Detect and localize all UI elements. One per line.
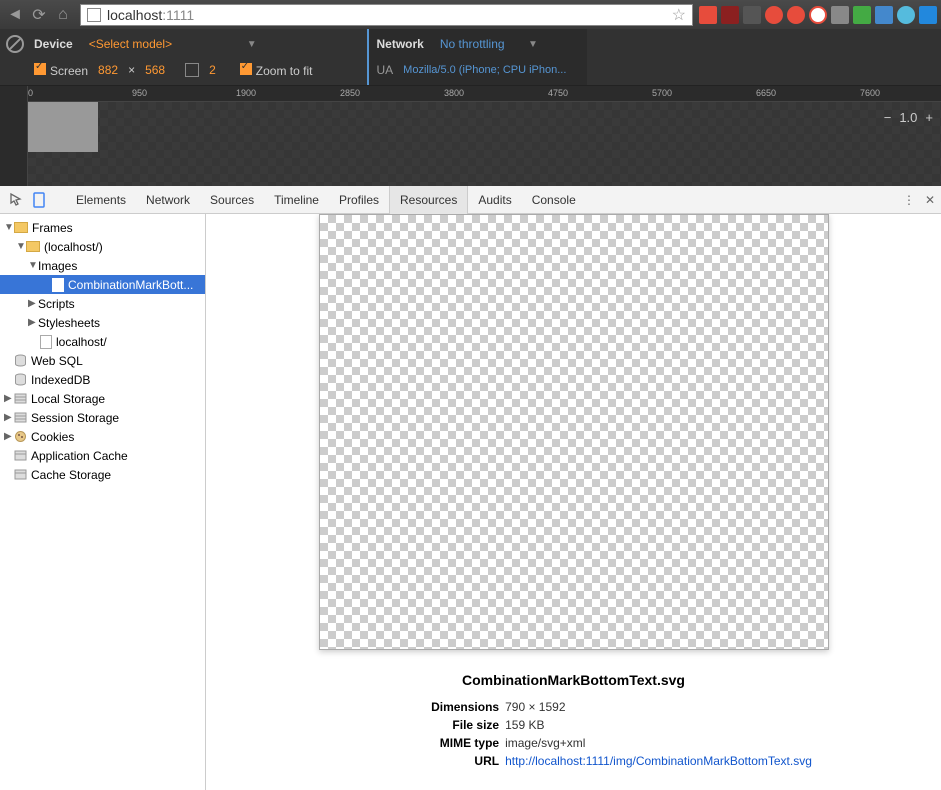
storage-icon: [14, 411, 27, 424]
page-icon: [87, 8, 101, 22]
meta-url-link[interactable]: http://localhost:1111/img/CombinationMar…: [505, 752, 812, 770]
tree-localstorage[interactable]: Local Storage: [0, 389, 205, 408]
tab-sources[interactable]: Sources: [200, 186, 264, 214]
url-bar[interactable]: localhost:1111 ☆: [80, 4, 693, 26]
storage-icon: [14, 468, 27, 481]
screen-width[interactable]: 882: [98, 63, 118, 77]
meta-label: Dimensions: [335, 698, 505, 716]
cookie-icon: [14, 430, 27, 443]
ext-icon[interactable]: [743, 6, 761, 24]
url-text: localhost:1111: [107, 7, 194, 23]
file-icon: [40, 335, 52, 349]
tree-sessionstorage[interactable]: Session Storage: [0, 408, 205, 427]
meta-mimetype: image/svg+xml: [505, 734, 585, 752]
tab-console[interactable]: Console: [522, 186, 586, 214]
device-label: Device: [34, 37, 73, 51]
tree-frames[interactable]: Frames: [0, 218, 205, 237]
screen-checkbox[interactable]: Screen: [34, 63, 88, 78]
vertical-ruler: [0, 86, 28, 186]
meta-label: File size: [335, 716, 505, 734]
zoom-out-button[interactable]: −: [884, 110, 892, 125]
bookmark-star-icon[interactable]: ☆: [672, 5, 686, 25]
close-devtools-icon[interactable]: ✕: [925, 193, 935, 207]
storage-icon: [14, 449, 27, 462]
tree-selected-file[interactable]: CombinationMarkBott...: [0, 275, 205, 294]
tab-resources[interactable]: Resources: [389, 186, 468, 214]
tab-audits[interactable]: Audits: [468, 186, 521, 214]
kebab-menu-icon[interactable]: ⋮: [903, 193, 915, 207]
dpr-icon: [185, 63, 199, 77]
times-symbol: ×: [128, 63, 135, 77]
ext-icon[interactable]: [699, 6, 717, 24]
reload-button[interactable]: ⟳: [28, 4, 50, 26]
meta-label: URL: [335, 752, 505, 770]
tree-websql[interactable]: Web SQL: [0, 351, 205, 370]
meta-dimensions: 790 × 1592: [505, 698, 565, 716]
folder-icon: [26, 241, 40, 252]
tree-localhost[interactable]: (localhost/): [0, 237, 205, 256]
ext-icon[interactable]: [919, 6, 937, 24]
folder-icon: [14, 222, 28, 233]
abp-icon[interactable]: [765, 6, 783, 24]
tab-network[interactable]: Network: [136, 186, 200, 214]
ua-value[interactable]: Mozilla/5.0 (iPhone; CPU iPhon...: [403, 64, 566, 76]
image-preview: [319, 214, 829, 650]
screen-height[interactable]: 568: [145, 63, 165, 77]
inspect-icon[interactable]: [6, 189, 28, 211]
zoom-in-button[interactable]: +: [925, 110, 933, 125]
tree-cachestorage[interactable]: Cache Storage: [0, 465, 205, 484]
tree-indexeddb[interactable]: IndexedDB: [0, 370, 205, 389]
tab-timeline[interactable]: Timeline: [264, 186, 329, 214]
tree-images[interactable]: Images: [0, 256, 205, 275]
preview-filename: CombinationMarkBottomText.svg: [462, 672, 685, 688]
ext-icon[interactable]: [831, 6, 849, 24]
resources-sidebar: Frames (localhost/) Images CombinationMa…: [0, 214, 206, 790]
ext-icon[interactable]: [721, 6, 739, 24]
meta-label: MIME type: [335, 734, 505, 752]
tree-cookies[interactable]: Cookies: [0, 427, 205, 446]
file-metadata: Dimensions790 × 1592 File size159 KB MIM…: [335, 698, 812, 770]
ext-icon[interactable]: [809, 6, 827, 24]
zoom-fit-checkbox[interactable]: Zoom to fit: [240, 63, 313, 78]
viewport-preview[interactable]: [28, 102, 941, 186]
throttling-select[interactable]: No throttling▼: [434, 35, 544, 53]
ext-icon[interactable]: [897, 6, 915, 24]
device-mode-icon[interactable]: [28, 189, 50, 211]
disable-icon[interactable]: [6, 35, 24, 53]
ext-icon[interactable]: [875, 6, 893, 24]
database-icon: [14, 373, 27, 386]
file-icon: [52, 278, 64, 292]
database-icon: [14, 354, 27, 367]
ua-label: UA: [377, 63, 394, 77]
tree-stylesheets[interactable]: Stylesheets: [0, 313, 205, 332]
tree-appcache[interactable]: Application Cache: [0, 446, 205, 465]
ext-icon[interactable]: [787, 6, 805, 24]
dpr-value[interactable]: 2: [209, 63, 216, 77]
tab-elements[interactable]: Elements: [66, 186, 136, 214]
tab-profiles[interactable]: Profiles: [329, 186, 389, 214]
device-model-select[interactable]: <Select model>▼: [83, 35, 263, 53]
zoom-level: 1.0: [899, 110, 917, 125]
network-label: Network: [377, 37, 424, 51]
horizontal-ruler: 0 950 1900 2850 3800 4750 5700 6650 7600: [28, 86, 941, 102]
tree-localhost-file[interactable]: localhost/: [0, 332, 205, 351]
viewport-mini: [28, 102, 98, 152]
meta-filesize: 159 KB: [505, 716, 544, 734]
extension-icons: [699, 6, 937, 24]
storage-icon: [14, 392, 27, 405]
back-button[interactable]: ◄: [4, 4, 26, 26]
ext-icon[interactable]: [853, 6, 871, 24]
home-button[interactable]: ⌂: [52, 4, 74, 26]
tree-scripts[interactable]: Scripts: [0, 294, 205, 313]
